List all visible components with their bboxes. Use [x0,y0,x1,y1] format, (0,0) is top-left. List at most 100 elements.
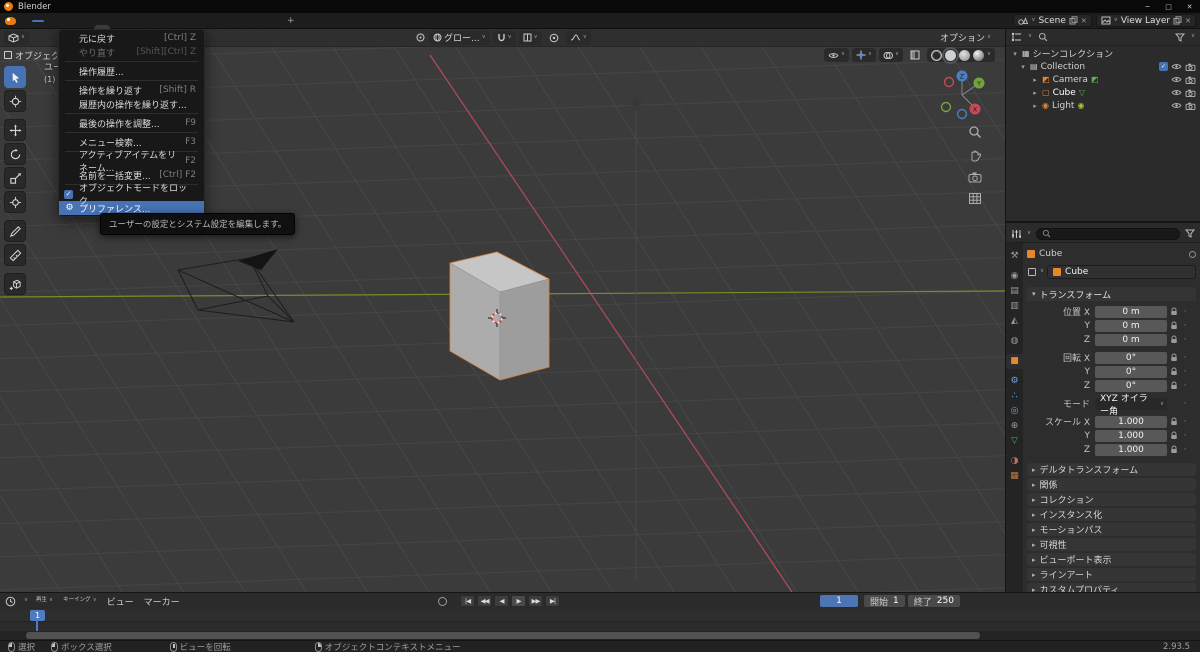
shading-wireframe-button[interactable] [930,49,942,61]
panel-section-header[interactable]: デルタトランスフォーム [1027,463,1196,476]
value-field[interactable]: XYZ オイラー角 [1095,394,1167,417]
properties-tab[interactable]: ■ [1006,354,1023,369]
overlays-dropdown[interactable]: ∨ [878,48,903,62]
properties-tab[interactable]: ∴ [1006,389,1023,404]
camera-toggle-icon[interactable] [1185,102,1196,110]
new-view-layer-icon[interactable] [1173,16,1182,25]
mode-dropdown[interactable]: オブジェク [4,49,57,62]
pin-icon[interactable] [1189,250,1196,258]
lock-icon[interactable] [1167,321,1181,330]
blender-menu-icon[interactable] [5,16,16,25]
disclosure-icon[interactable] [1031,89,1039,97]
eye-icon[interactable] [1171,89,1182,96]
options-dropdown[interactable]: オプション ∨ [936,31,995,45]
zoom-icon[interactable] [968,125,982,139]
add-workspace-button[interactable]: + [281,16,301,26]
workspace-tab[interactable] [162,24,179,29]
properties-tab[interactable]: ◎ [1006,404,1023,419]
animate-dot[interactable]: · [1181,367,1189,377]
outliner-row[interactable]: Camera ✓ [1006,73,1200,86]
eye-icon[interactable] [1171,63,1182,70]
new-scene-icon[interactable] [1069,16,1078,25]
panel-section-header[interactable]: モーションパス [1027,523,1196,536]
outliner-row[interactable]: シーンコレクション ✓ [1006,47,1200,60]
lock-icon[interactable] [1167,417,1181,426]
timeline-menu-item[interactable]: ビュー [107,595,134,608]
menu-item[interactable]: メニュー検索... F3 [59,135,204,149]
animate-dot[interactable]: · [1181,307,1189,317]
search-icon[interactable] [1038,32,1048,42]
snap-toggle-button[interactable]: ∨ [492,30,516,45]
menu-item[interactable]: やり直す [Shift][Ctrl] Z [59,45,204,59]
camera-toggle-icon[interactable] [1185,89,1196,97]
lock-icon[interactable] [1167,307,1181,316]
panel-section-header[interactable]: 可視性 [1027,538,1196,551]
tool-scale-button[interactable] [4,167,26,189]
animate-dot[interactable]: · [1181,321,1189,331]
navigation-gizmo[interactable]: Z Y X [934,66,990,122]
editor-outliner-icon[interactable] [1011,32,1022,42]
workspace-tab[interactable] [145,24,162,29]
animate-dot[interactable]: · [1181,417,1189,427]
editor-timeline-icon[interactable] [5,596,16,607]
menu-item[interactable]: アクティブアイテムをリネーム... F2 [59,151,204,174]
previous-keyframe-button[interactable]: ◀◀ [477,595,492,607]
workspace-tab[interactable] [247,24,264,29]
proportional-falloff-dropdown[interactable]: ∨ [565,30,591,45]
workspace-tab[interactable] [128,24,145,29]
jump-to-end-button[interactable]: ▶| [545,595,560,607]
menu-item[interactable]: 名前を一括変更... [Ctrl] F2 [59,168,204,182]
value-field[interactable]: 0° [1095,351,1167,364]
outliner-row[interactable]: Light ✓ [1006,99,1200,112]
transform-orientation-dropdown[interactable]: グロー... ∨ [429,30,490,45]
panel-section-header[interactable]: ラインアート [1027,568,1196,581]
properties-tab[interactable]: ▤ [1006,284,1023,299]
lock-icon[interactable] [1167,367,1181,376]
value-field[interactable]: 0 m [1095,333,1167,346]
menubar-item[interactable] [32,19,44,22]
menu-item[interactable]: オブジェクトモードをロック [59,184,204,207]
scene-selector[interactable]: ∨ Scene ✕ [1013,14,1092,27]
properties-tab[interactable]: ▥ [1006,299,1023,314]
value-field[interactable]: 0 m [1095,305,1167,318]
panel-section-header[interactable]: 関係 [1027,478,1196,491]
show-object-types-dropdown[interactable]: ∨ [823,48,849,62]
play-button[interactable]: ▶ [511,595,526,607]
timeline-track-area[interactable] [0,621,1200,631]
outliner-row[interactable]: Collection ✓ [1006,60,1200,73]
maximize-button[interactable]: □ [1158,0,1179,13]
playhead[interactable]: 1 [30,610,45,621]
frame-start-field[interactable]: 開始 1 [864,595,905,608]
tool-select-box-button[interactable] [4,66,26,88]
filter-icon[interactable] [1185,229,1195,238]
play-reverse-button[interactable]: ◀ [494,595,509,607]
animate-dot[interactable]: · [1181,431,1189,441]
scrollbar-thumb[interactable] [26,632,980,639]
properties-tab[interactable]: ◑ [1006,454,1023,469]
disclosure-icon[interactable] [1011,50,1019,58]
next-keyframe-button[interactable]: ▶▶ [528,595,543,607]
workspace-tab[interactable] [196,24,213,29]
current-frame-field[interactable]: 1 [820,595,858,607]
editor-type-button[interactable]: ∨ [4,30,30,45]
tool-add-cube-button[interactable] [4,273,26,295]
close-button[interactable]: ✕ [1179,0,1200,13]
minimize-button[interactable]: ─ [1137,0,1158,13]
animate-dot[interactable]: · [1181,335,1189,345]
tool-move-button[interactable] [4,119,26,141]
proportional-editing-toggle[interactable] [545,31,563,45]
object-name-field[interactable]: Cube [1047,265,1196,279]
camera-toggle-icon[interactable] [1185,76,1196,84]
orthographic-grid-icon[interactable] [968,192,982,205]
lock-icon[interactable] [1167,431,1181,440]
workspace-tab[interactable] [230,24,247,29]
filter-icon[interactable] [1174,33,1185,42]
tool-measure-button[interactable] [4,244,26,266]
animate-dot[interactable]: · [1181,381,1189,391]
tool-annotate-button[interactable] [4,220,26,242]
camera-view-icon[interactable] [968,171,982,183]
properties-tab[interactable]: ◍ [1006,334,1023,349]
exclude-checkbox[interactable]: ✓ [1159,62,1168,71]
animate-dot[interactable]: · [1181,445,1189,455]
workspace-tab[interactable] [264,24,281,29]
